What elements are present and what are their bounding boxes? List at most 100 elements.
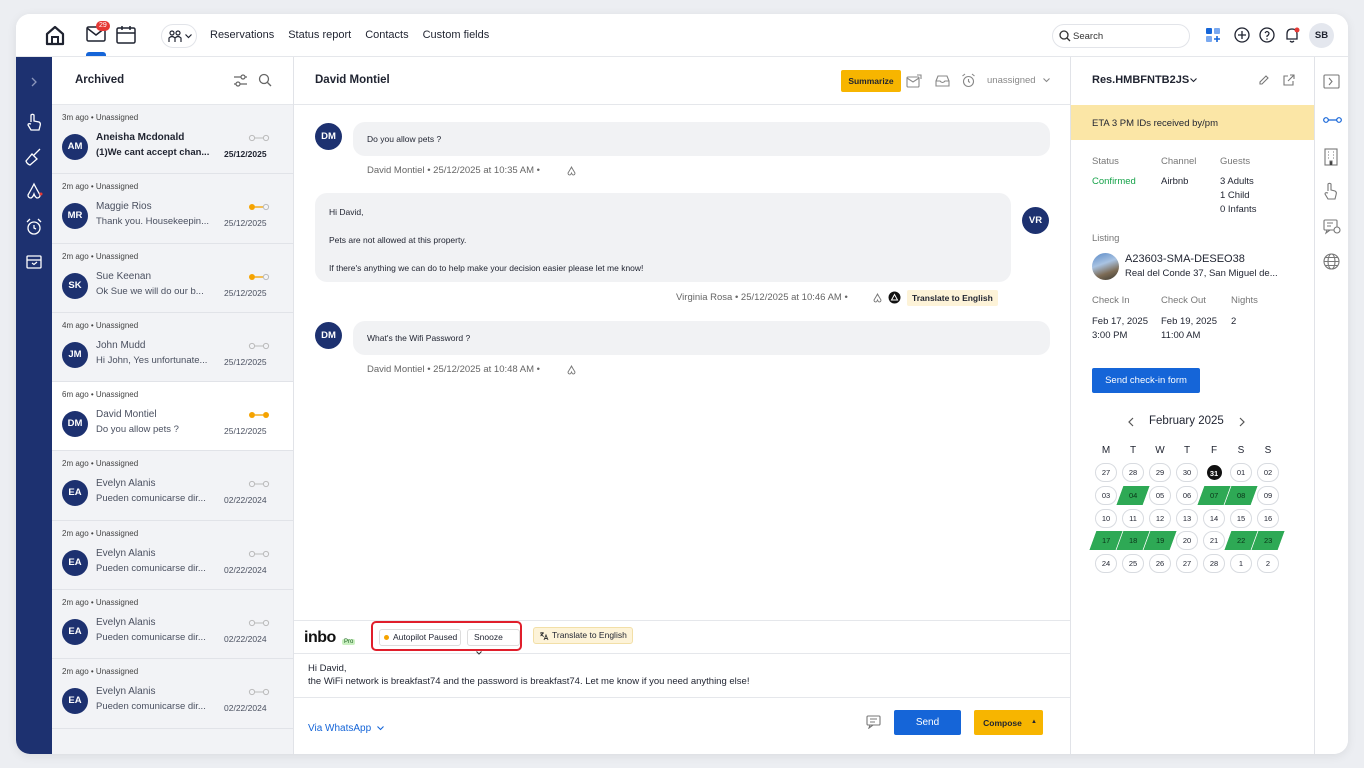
open-external-icon[interactable] (1282, 74, 1295, 87)
channel-selector[interactable]: Via WhatsApp (308, 723, 384, 734)
home-logo-icon[interactable] (44, 24, 66, 46)
broom-icon[interactable] (24, 147, 44, 167)
timeline-icon[interactable] (1323, 115, 1342, 125)
calendar-day[interactable]: 31 (1206, 465, 1222, 480)
hand-pointer-icon[interactable] (24, 112, 44, 132)
guest-avatar: JM (62, 341, 88, 368)
send-button[interactable]: Send (894, 710, 961, 735)
calendar-day[interactable]: 11 (1122, 508, 1144, 528)
calendar-day[interactable]: 10 (1095, 508, 1117, 528)
help-icon[interactable] (1259, 27, 1275, 43)
conversation-item[interactable]: 2m ago • Unassigned EA Evelyn Alanis Pue… (52, 659, 293, 729)
calendar-day[interactable]: 09 (1257, 485, 1279, 505)
calendar-day-number: 1 (1238, 559, 1244, 569)
listing-name[interactable]: A23603-SMA-DESEO38 (1125, 252, 1245, 266)
calendar-day[interactable]: 03 (1095, 485, 1117, 505)
translate-icon (540, 632, 549, 641)
channel-label: Via WhatsApp (308, 723, 372, 734)
nav-link-reservations[interactable]: Reservations (210, 29, 274, 41)
search-input[interactable]: Search (1052, 24, 1190, 48)
calendar-day[interactable]: 14 (1203, 508, 1225, 528)
status-value: Confirmed (1092, 176, 1136, 187)
conversation-item[interactable]: 4m ago • Unassigned JM John Mudd Hi John… (52, 313, 293, 383)
apps-grid-icon[interactable] (1205, 27, 1221, 43)
prev-month-chevron-icon[interactable] (1127, 417, 1135, 427)
alarm-clock-icon[interactable] (24, 217, 44, 237)
conversation-item[interactable]: 2m ago • Unassigned EA Evelyn Alanis Pue… (52, 521, 293, 591)
calendar-day[interactable]: 06 (1176, 485, 1198, 505)
active-nav-indicator (86, 52, 106, 56)
calendar-day[interactable]: 02 (1257, 463, 1279, 482)
expand-chevron-icon[interactable] (24, 72, 44, 92)
calendar-day[interactable]: 12 (1149, 508, 1171, 528)
snooze-alarm-icon[interactable] (961, 73, 976, 88)
collapse-panel-icon[interactable] (1323, 74, 1340, 89)
calendar-day[interactable]: 2 (1257, 554, 1279, 574)
conversation-item[interactable]: 2m ago • Unassigned SK Sue Keenan Ok Sue… (52, 244, 293, 313)
autopilot-status-button[interactable]: Autopilot Paused (379, 629, 462, 646)
compose-menu-caret-icon[interactable]: ▲ (1031, 719, 1037, 725)
calendar-day-booked[interactable]: 04 (1116, 485, 1150, 505)
property-selector[interactable] (161, 24, 197, 48)
calendar-day[interactable]: 28 (1122, 463, 1144, 482)
inbox-tray-icon[interactable] (935, 75, 950, 87)
notifications-bell-icon[interactable] (1284, 27, 1300, 43)
calendar-day[interactable]: 21 (1203, 531, 1225, 551)
reservation-panel: Res.HMBFNTB2JS ETA 3 PM IDs received by/… (1070, 57, 1314, 754)
calendar-day-booked[interactable]: 23 (1251, 531, 1285, 551)
nav-link-contacts[interactable]: Contacts (365, 29, 408, 41)
calendar-day[interactable]: 13 (1176, 508, 1198, 528)
add-circle-icon[interactable] (1234, 27, 1250, 43)
calendar-day-booked[interactable]: 08 (1224, 485, 1258, 505)
globe-icon[interactable] (1323, 253, 1340, 270)
message-draft-textarea[interactable]: Hi David, the WiFi network is breakfast7… (308, 662, 749, 688)
chat-settings-icon[interactable] (1323, 219, 1341, 235)
stay-progress-icon (248, 134, 270, 142)
search-icon[interactable] (258, 73, 272, 87)
send-email-icon[interactable] (906, 74, 922, 88)
hand-pointer-icon[interactable] (1323, 182, 1339, 200)
conversation-item[interactable]: 6m ago • Unassigned DM David Montiel Do … (52, 382, 293, 452)
reservation-code-dropdown[interactable]: Res.HMBFNTB2JS (1092, 74, 1189, 86)
conversation-item[interactable]: 2m ago • Unassigned EA Evelyn Alanis Pue… (52, 451, 293, 521)
snooze-dropdown[interactable]: Snooze (467, 629, 520, 655)
user-avatar[interactable]: SB (1309, 23, 1334, 48)
assignee-dropdown[interactable]: unassigned (987, 75, 1036, 86)
filter-sliders-icon[interactable] (233, 74, 248, 87)
guest-avatar: EA (62, 549, 88, 576)
calendar-day[interactable]: 26 (1149, 554, 1171, 574)
calendar-day[interactable]: 29 (1149, 463, 1171, 482)
conversation-item[interactable]: 2m ago • Unassigned MR Maggie Rios Thank… (52, 174, 293, 244)
calendar-day[interactable]: 25 (1122, 554, 1144, 574)
calendar-day[interactable]: 15 (1230, 508, 1252, 528)
summarize-button[interactable]: Summarize (841, 70, 901, 92)
next-month-chevron-icon[interactable] (1238, 417, 1246, 427)
calendar-icon[interactable] (116, 26, 136, 44)
conversation-item[interactable]: 2m ago • Unassigned EA Evelyn Alanis Pue… (52, 590, 293, 660)
translate-message-button[interactable]: Translate to English (907, 290, 998, 306)
calendar-day-booked[interactable]: 19 (1143, 531, 1177, 551)
nav-link-custom-fields[interactable]: Custom fields (423, 29, 490, 41)
calendar-day[interactable]: 05 (1149, 485, 1171, 505)
calendar-day[interactable]: 1 (1230, 554, 1252, 574)
guests-label: Guests (1220, 156, 1251, 167)
archive-box-icon[interactable] (24, 252, 44, 272)
calendar-day[interactable]: 01 (1230, 463, 1252, 482)
calendar-day[interactable]: 27 (1095, 463, 1117, 482)
calendar-day[interactable]: 27 (1176, 554, 1198, 574)
calendar-day[interactable]: 20 (1176, 531, 1198, 551)
translate-draft-button[interactable]: Translate to English (533, 627, 633, 644)
send-checkin-form-button[interactable]: Send check-in form (1092, 368, 1200, 393)
checkout-label: Check Out (1161, 295, 1206, 306)
building-icon[interactable] (1323, 148, 1339, 166)
message-templates-icon[interactable] (866, 715, 881, 729)
calendar-day[interactable]: 16 (1257, 508, 1279, 528)
nav-link-status-report[interactable]: Status report (288, 29, 351, 41)
conversation-item[interactable]: 3m ago • Unassigned AM Aneisha Mcdonald … (52, 105, 293, 175)
calendar-day[interactable]: 24 (1095, 554, 1117, 574)
checkin-label: Check In (1092, 295, 1130, 306)
edit-pencil-icon[interactable] (1258, 74, 1270, 86)
calendar-day[interactable]: 28 (1203, 554, 1225, 574)
airbnb-icon[interactable] (24, 181, 44, 201)
calendar-day[interactable]: 30 (1176, 463, 1198, 482)
